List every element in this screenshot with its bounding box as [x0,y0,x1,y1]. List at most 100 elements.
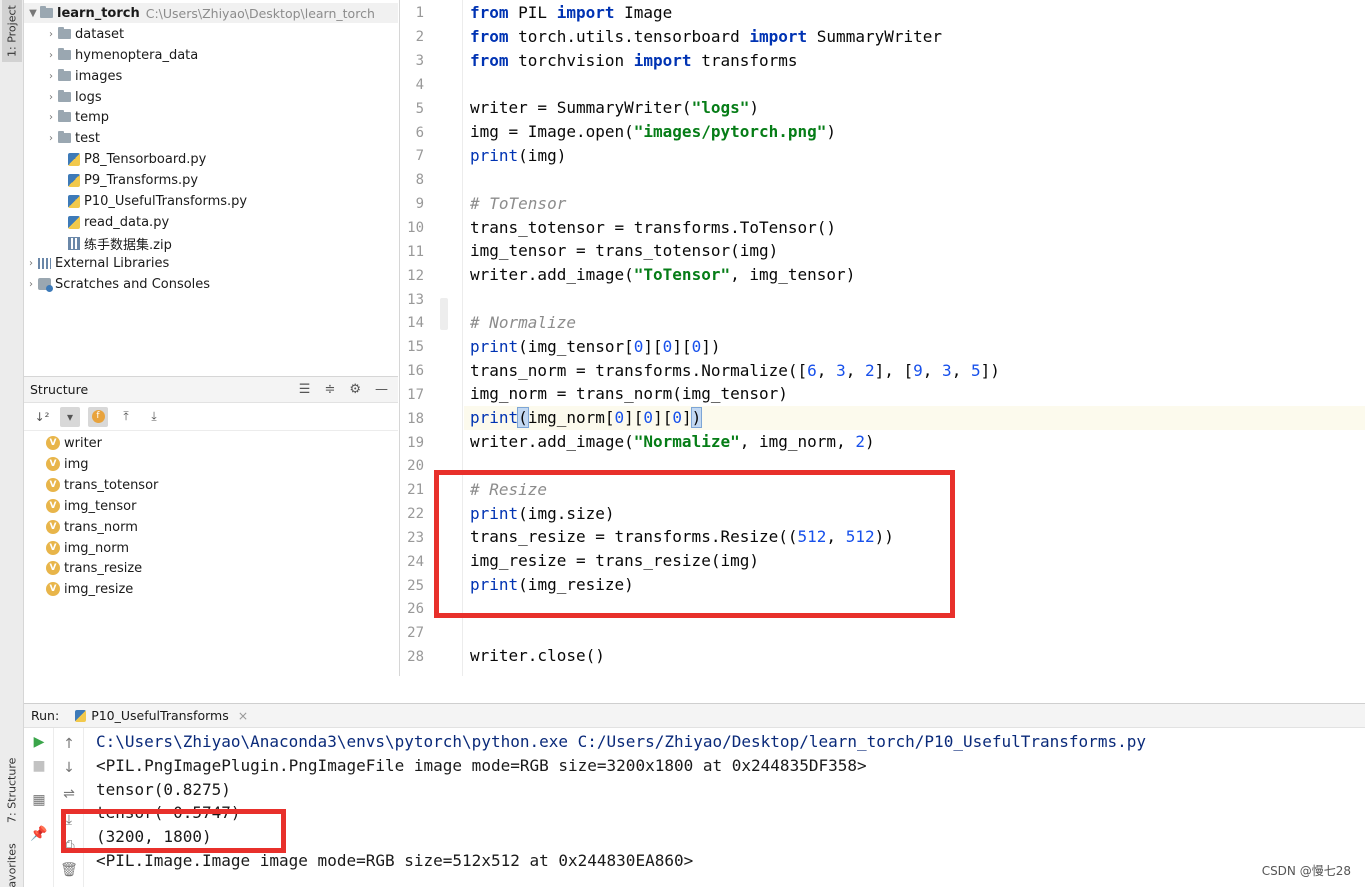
code-token: 2 [855,432,865,451]
structure-item[interactable]: Vtrans_totensor [46,475,158,495]
code-token: PIL [508,3,557,22]
structure-item[interactable]: Vtrans_norm [46,517,138,537]
structure-item[interactable]: Vwriter [46,433,102,453]
chevron-right-icon[interactable]: › [44,133,58,144]
structure-tool-tab[interactable]: 7: Structure [2,750,22,830]
layout-icon[interactable]: ▦ [24,792,54,808]
folder-label: dataset [75,26,125,42]
tree-folder-item[interactable]: › dataset [44,24,124,44]
chevron-right-icon[interactable]: › [44,112,58,123]
code-token: from [470,51,509,70]
structure-item[interactable]: Vtrans_resize [46,558,142,578]
tree-external-libraries[interactable]: › External Libraries [24,253,169,273]
tree-folder-item[interactable]: › test [44,128,100,148]
line-number: 2 [415,29,424,45]
tree-file-item[interactable]: P9_Transforms.py [68,170,198,190]
expand-all-icon[interactable]: ☰ [299,382,311,397]
line-number: 20 [407,458,424,474]
autoscroll-from-source-icon[interactable]: ⤓ [144,407,164,427]
line-number: 12 [407,268,424,284]
show-functions-icon[interactable]: f [88,406,108,427]
close-icon[interactable]: × [238,708,248,723]
code-token: 6 [807,361,817,380]
tree-folder-item[interactable]: › images [44,66,122,86]
structure-item[interactable]: Vimg_norm [46,538,129,558]
structure-item-label: trans_norm [64,519,138,535]
chevron-right-icon[interactable]: › [24,258,38,269]
line-number: 8 [415,172,424,188]
python-file-icon [68,215,80,229]
library-icon [38,257,51,269]
code-token: transforms [691,51,798,70]
line-number: 7 [415,148,424,164]
line-number: 13 [407,292,424,308]
code-token: ]) [701,337,721,356]
tree-file-item[interactable]: 练手数据集.zip [68,233,172,253]
minimize-icon[interactable]: — [375,382,388,397]
line-number: 1 [415,5,424,21]
soft-wrap-icon[interactable]: ⇌ [54,786,84,802]
console-line: <PIL.PngImagePlugin.PngImageFile image m… [96,756,867,775]
chevron-right-icon[interactable]: › [24,279,38,290]
code-line: img_tensor = trans_totensor(img) [470,241,779,260]
code-token: writer.add_image( [470,265,634,284]
structure-item[interactable]: Vimg_resize [46,579,133,599]
tree-folder-item[interactable]: › hymenoptera_data [44,45,198,65]
matched-bracket: ( [517,407,529,428]
tree-file-item[interactable]: P8_Tensorboard.py [68,149,206,169]
tree-folder-item[interactable]: › temp [44,107,109,127]
code-editor[interactable]: 1 2 3 4 5 6 7 8 9 10 11 12 13 14 15 16 1… [399,0,1365,676]
tree-file-item[interactable]: read_data.py [68,212,169,232]
code-token: 3 [836,361,846,380]
fold-marker[interactable] [440,298,448,330]
folder-label: logs [75,89,102,105]
code-comment: # Normalize [470,313,576,332]
code-token: 2 [864,361,875,380]
matched-bracket: ) [690,407,703,428]
file-label: 练手数据集.zip [84,237,172,253]
autoscroll-to-source-icon[interactable]: ⤒ [116,407,136,427]
python-file-icon [68,152,80,166]
rerun-icon[interactable]: ▶ [24,734,54,750]
chevron-right-icon[interactable]: › [44,50,58,61]
code-line: from PIL import Image [470,3,672,22]
code-token: , [922,361,943,380]
code-line: trans_norm = transforms.Normalize([6, 3,… [470,361,1000,380]
chevron-right-icon[interactable]: › [44,71,58,82]
structure-header: Structure ☰ ≑ ⚙ — [24,377,398,403]
project-tool-tab[interactable]: 1: Project [2,0,22,62]
folder-icon [58,27,71,39]
structure-item[interactable]: Vimg [46,454,89,474]
structure-item[interactable]: Vimg_tensor [46,496,136,516]
run-tab[interactable]: P10_UsefulTransforms × [75,708,248,723]
arrow-down-icon[interactable]: ↓ [54,760,84,776]
file-label: P8_Tensorboard.py [84,151,207,167]
console-line: <PIL.Image.Image image mode=RGB size=512… [96,851,694,870]
show-fields-icon[interactable]: ▾ [60,406,80,427]
chevron-right-icon[interactable]: › [44,29,58,40]
gear-icon[interactable]: ⚙ [349,382,361,397]
structure-item-label: img_norm [64,540,129,556]
line-number: 22 [407,506,424,522]
trash-icon[interactable]: 🗑 [54,862,84,878]
code-token: 0 [633,337,644,356]
chevron-right-icon[interactable]: › [44,92,58,103]
favorites-tool-tab[interactable]: Favorites [2,844,22,887]
pin-icon[interactable]: 📌 [24,826,54,842]
tree-file-item[interactable]: P10_UsefulTransforms.py [68,191,247,211]
chevron-down-icon[interactable]: ▼ [26,8,40,19]
tree-scratches[interactable]: › Scratches and Consoles [24,274,210,294]
code-line: writer.add_image("ToTensor", img_tensor) [470,265,855,284]
folder-icon [58,69,71,81]
tree-folder-item[interactable]: › logs [44,87,102,107]
sort-alphabetically-icon[interactable]: ↓² [32,407,52,427]
scratches-label: Scratches and Consoles [55,276,211,292]
folder-label: hymenoptera_data [75,47,199,63]
collapse-all-icon[interactable]: ≑ [324,382,335,397]
stop-icon[interactable]: ■ [24,758,54,774]
code-token: , img_norm, [739,432,856,451]
tree-root[interactable]: ▼ learn_torch C:\Users\Zhiyao\Desktop\le… [24,3,398,23]
variable-icon: V [46,561,60,575]
folder-label: images [75,68,123,84]
arrow-up-icon[interactable]: ↑ [54,736,84,752]
